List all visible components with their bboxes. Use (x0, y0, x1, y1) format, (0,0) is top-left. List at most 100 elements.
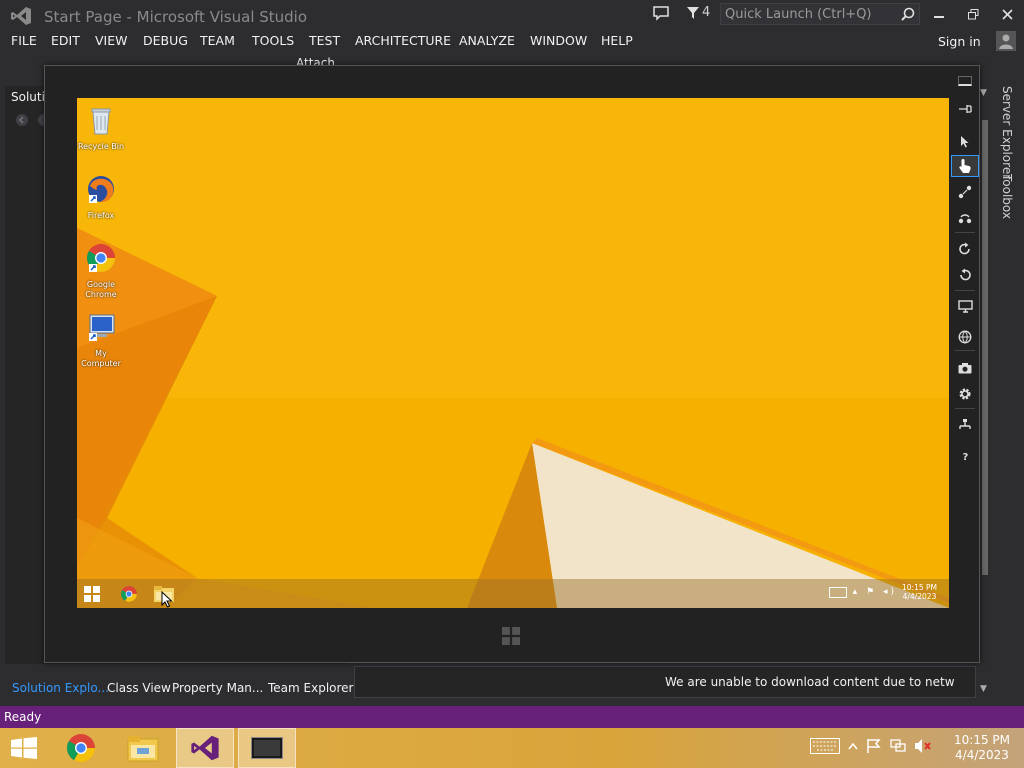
tab-property-manager[interactable]: Property Man... (172, 681, 263, 695)
taskbar-clock[interactable]: 10:15 PM 4/4/2023 (950, 733, 1014, 763)
help-icon[interactable]: ? (951, 445, 979, 467)
tab-team-explorer[interactable]: Team Explorer (268, 681, 354, 695)
scrollbar-thumb[interactable] (982, 120, 988, 575)
quick-launch-input[interactable] (725, 6, 895, 22)
taskbar-date: 4/4/2023 (955, 748, 1009, 762)
menu-debug[interactable]: DEBUG (143, 33, 188, 48)
taskbar-visual-studio-button[interactable] (176, 728, 234, 768)
sign-in-link[interactable]: Sign in (938, 34, 981, 49)
status-text: Ready (4, 710, 42, 724)
pointer-icon[interactable] (951, 130, 979, 152)
menu-test[interactable]: TEST (309, 33, 340, 48)
desktop-icon-label: Firefox (87, 211, 115, 220)
menu-analyze[interactable]: ANALYZE (459, 33, 515, 48)
close-button[interactable] (996, 4, 1018, 24)
windows-start-icon (11, 737, 37, 759)
desktop-icon-recycle-bin[interactable]: Recycle Bin (77, 104, 126, 152)
touch-keyboard-icon[interactable] (829, 587, 847, 598)
touch-icon[interactable] (951, 155, 979, 177)
taskbar-chrome-button[interactable] (52, 728, 110, 768)
simulator-windows-button-icon[interactable] (502, 627, 520, 645)
pinch-icon[interactable] (951, 181, 979, 203)
tab-server-explorer[interactable]: Server Explorer (1000, 86, 1014, 179)
tab-class-view[interactable]: Class View (107, 681, 171, 695)
location-icon[interactable] (951, 326, 979, 348)
simulator-date: 4/4/2023 (902, 592, 937, 601)
vertical-scrollbar[interactable] (980, 90, 990, 690)
quick-launch-box[interactable] (720, 3, 920, 25)
rotate-counterclockwise-icon[interactable] (951, 264, 979, 286)
rotate-clockwise-icon[interactable] (951, 238, 979, 260)
pin-icon[interactable] (951, 98, 979, 120)
desktop-icon-label: Recycle Bin (77, 142, 125, 151)
volume-muted-icon[interactable] (914, 738, 932, 754)
taskbar-simulator-button[interactable] (238, 728, 296, 768)
touch-keyboard-icon[interactable] (810, 738, 840, 754)
scroll-down-arrow-icon[interactable]: ▼ (980, 684, 987, 694)
close-icon (1001, 8, 1013, 20)
minimize-icon (934, 16, 944, 18)
menu-team[interactable]: TEAM (200, 33, 235, 48)
tab-toolbox[interactable]: Toolbox (1000, 174, 1014, 219)
menu-view[interactable]: VIEW (95, 33, 128, 48)
firefox-icon (88, 176, 114, 203)
desktop-icon-firefox[interactable]: Firefox (77, 173, 126, 221)
rotate-touch-icon[interactable] (951, 207, 979, 229)
back-nav-icon[interactable] (15, 113, 29, 127)
menu-architecture[interactable]: ARCHITECTURE (355, 33, 451, 48)
simulator-minimize-icon[interactable] (958, 76, 972, 86)
left-panel-tabs: Solution Explo... Class View Property Ma… (5, 678, 354, 700)
chrome-icon[interactable] (120, 585, 138, 603)
notification-count: 4 (702, 5, 711, 20)
visual-studio-logo-icon (11, 7, 31, 25)
menu-tools[interactable]: TOOLS (252, 33, 294, 48)
menu-window[interactable]: WINDOW (530, 33, 587, 48)
status-bar: Ready (0, 706, 1024, 728)
file-explorer-taskbar-button[interactable] (149, 579, 179, 608)
chrome-icon (67, 734, 95, 762)
simulator-clock[interactable]: 10:15 PM 4/4/2023 (902, 583, 937, 601)
simulator-taskbar: ▴ ⚑ ◂) 10:15 PM 4/4/2023 (77, 579, 949, 608)
simulator-icon (251, 737, 283, 759)
menu-edit[interactable]: EDIT (51, 33, 80, 48)
desktop-icon-google-chrome[interactable]: Google Chrome (77, 242, 126, 300)
windows-taskbar: 10:15 PM 4/4/2023 (0, 728, 1024, 768)
network-icon[interactable] (951, 414, 979, 436)
chrome-icon (87, 244, 115, 272)
computer-icon (89, 314, 115, 341)
window-title: Start Page - Microsoft Visual Studio (44, 8, 308, 26)
notifications-button[interactable]: 4 (687, 5, 710, 20)
toolbar-separator (955, 350, 975, 351)
taskbar-time: 10:15 PM (954, 733, 1010, 747)
restore-button[interactable] (962, 4, 984, 24)
toolbar-separator (955, 290, 975, 291)
visual-studio-icon (191, 735, 219, 761)
search-icon[interactable] (901, 7, 915, 21)
resolution-icon[interactable] (951, 295, 979, 317)
tab-solution-explorer[interactable]: Solution Explo... (12, 681, 109, 695)
mouse-cursor-icon (161, 591, 173, 608)
desktop-icon-label: My Computer (81, 349, 121, 368)
action-center-flag-icon[interactable] (866, 738, 882, 754)
settings-icon[interactable] (951, 383, 979, 405)
recycle-bin-icon (91, 108, 111, 135)
start-button[interactable] (0, 728, 48, 768)
show-hidden-icons-icon[interactable] (848, 742, 858, 750)
taskbar-file-explorer-button[interactable] (114, 728, 172, 768)
visual-studio-window: Start Page - Microsoft Visual Studio 4 F… (0, 0, 1024, 728)
toolbar-separator (955, 232, 975, 233)
start-icon[interactable] (84, 586, 100, 602)
screenshot-icon[interactable] (951, 357, 979, 379)
menu-file[interactable]: FILE (11, 33, 37, 48)
simulator-screen[interactable]: Recycle Bin Firefox Google Chrome My Com… (77, 98, 949, 608)
title-bar: Start Page - Microsoft Visual Studio 4 (0, 0, 1024, 30)
start-page-news-area: We are unable to download content due to… (354, 666, 976, 698)
minimize-button[interactable] (928, 4, 950, 24)
scroll-up-arrow-icon[interactable]: ▼ (980, 88, 987, 98)
feedback-icon[interactable] (652, 5, 670, 21)
network-icon[interactable] (890, 738, 906, 754)
menu-help[interactable]: HELP (601, 33, 633, 48)
simulator-system-tray-icons[interactable]: ▴ ⚑ ◂) (853, 587, 897, 597)
desktop-icon-my-computer[interactable]: My Computer (77, 311, 126, 369)
account-icon[interactable] (996, 31, 1016, 51)
